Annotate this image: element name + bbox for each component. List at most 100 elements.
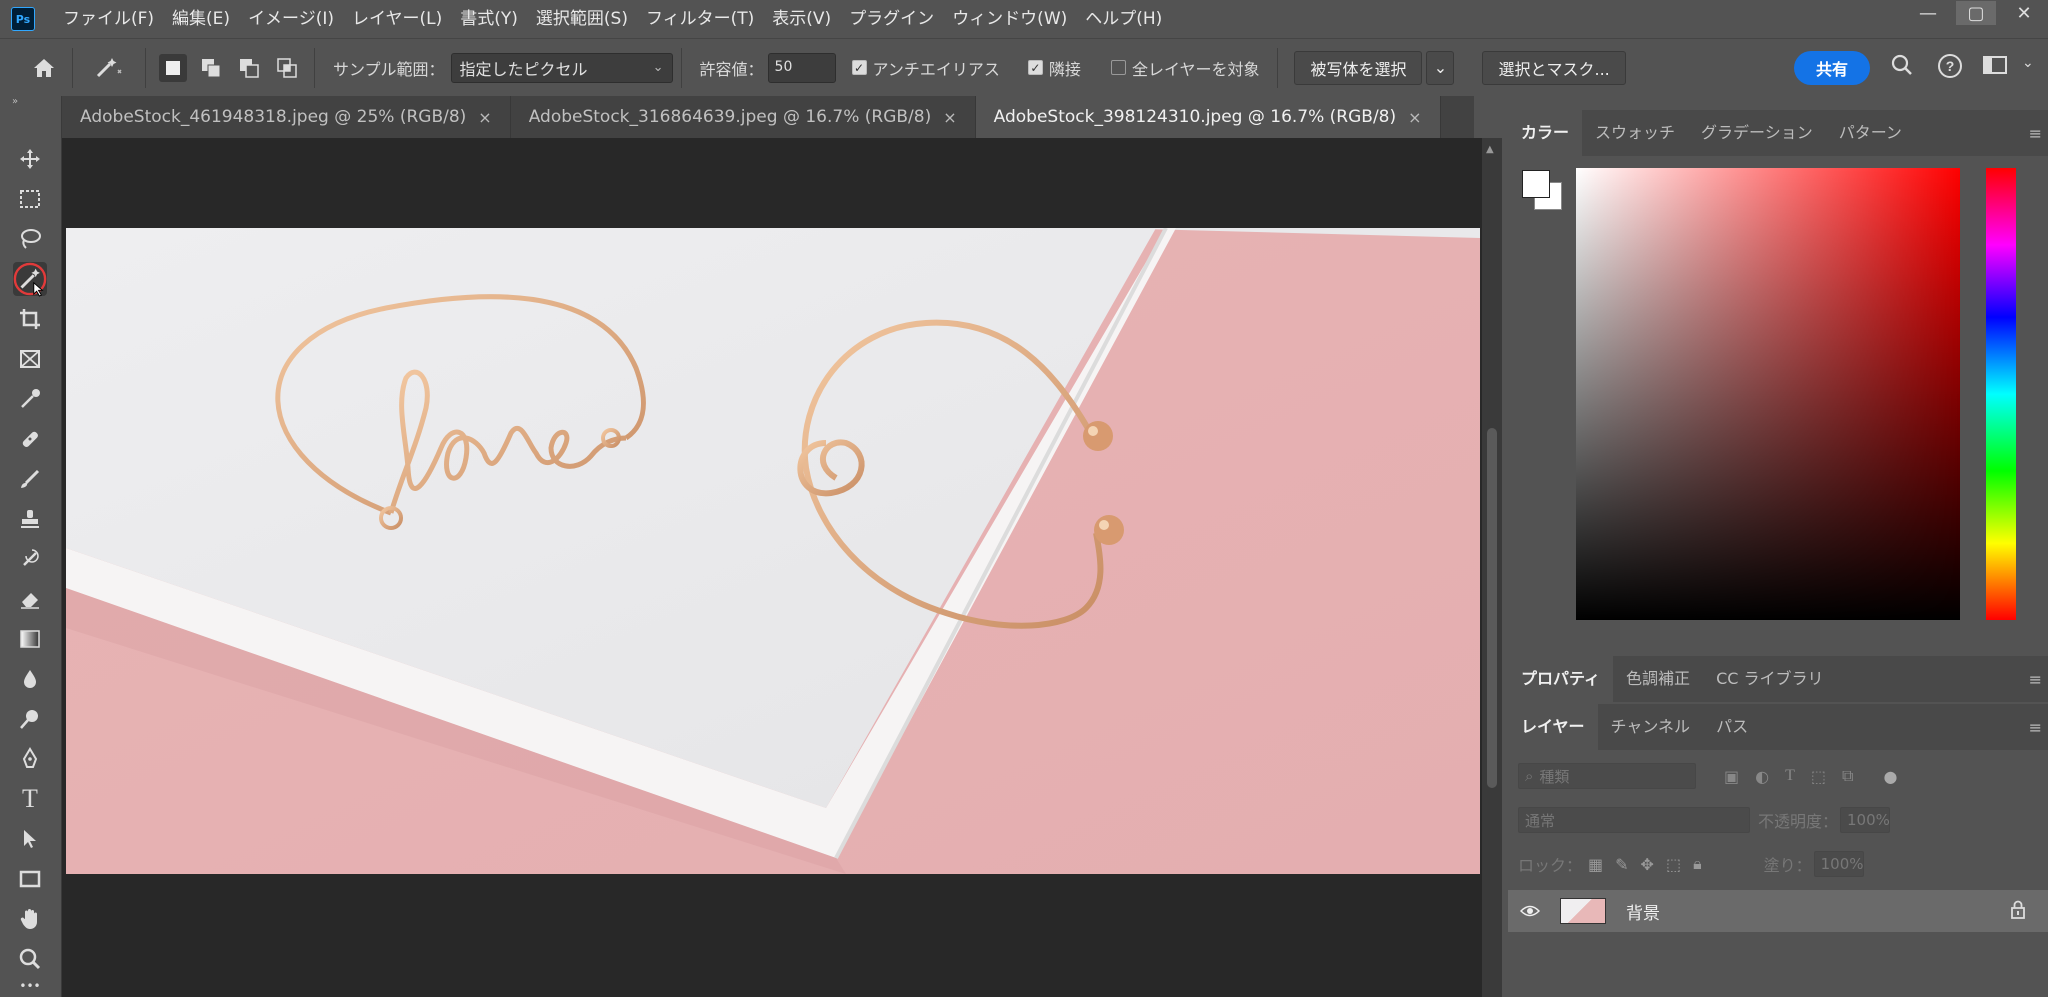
menu-help[interactable]: ヘルプ(H) bbox=[1076, 0, 1171, 38]
tab-swatches[interactable]: スウォッチ bbox=[1582, 110, 1688, 156]
minimize-button[interactable]: — bbox=[1904, 0, 1952, 26]
tab-document-1[interactable]: AdobeStock_461948318.jpeg @ 25% (RGB/8) … bbox=[62, 96, 511, 138]
vertical-scrollbar[interactable]: ▲ bbox=[1482, 138, 1502, 997]
tolerance-input[interactable]: 50 bbox=[767, 52, 836, 83]
panel-menu-icon[interactable]: ≡ bbox=[2029, 718, 2042, 737]
tab-gradients[interactable]: グラデーション bbox=[1688, 110, 1826, 156]
tab-properties[interactable]: プロパティ bbox=[1508, 656, 1614, 702]
menu-image[interactable]: イメージ(I) bbox=[239, 0, 343, 38]
panel-collapse-icon[interactable]: » bbox=[0, 96, 61, 116]
lasso-tool[interactable] bbox=[13, 222, 47, 256]
more-tools-button[interactable]: ••• bbox=[13, 976, 47, 996]
marquee-tool[interactable] bbox=[13, 182, 47, 216]
eye-icon[interactable] bbox=[1520, 904, 1540, 918]
history-brush-tool[interactable] bbox=[13, 542, 47, 576]
blur-tool[interactable] bbox=[13, 662, 47, 696]
clone-stamp-tool[interactable] bbox=[13, 502, 47, 536]
tab-cc-libraries[interactable]: CC ライブラリ bbox=[1703, 656, 1836, 702]
healing-brush-tool[interactable] bbox=[13, 422, 47, 456]
zoom-tool[interactable] bbox=[13, 942, 47, 976]
menu-plugins[interactable]: プラグイン bbox=[840, 0, 943, 38]
fill-input[interactable]: 100% bbox=[1813, 851, 1864, 877]
panel-menu-icon[interactable]: ≡ bbox=[2029, 124, 2042, 143]
home-button[interactable] bbox=[24, 48, 64, 88]
add-selection-button[interactable] bbox=[197, 54, 225, 82]
lock-artboard-icon[interactable]: ⬚ bbox=[1666, 855, 1681, 874]
filter-toggle-icon[interactable]: ● bbox=[1883, 767, 1897, 786]
layer-row[interactable]: 背景 bbox=[1508, 890, 2048, 932]
antialias-checkbox[interactable]: ✓ アンチエイリアス bbox=[851, 56, 1000, 80]
tab-patterns[interactable]: パターン bbox=[1826, 110, 1915, 156]
menu-window[interactable]: ウィンドウ(W) bbox=[943, 0, 1076, 38]
menu-type[interactable]: 書式(Y) bbox=[451, 0, 527, 38]
menu-layer[interactable]: レイヤー(L) bbox=[343, 0, 451, 38]
tab-layers[interactable]: レイヤー bbox=[1508, 704, 1598, 750]
help-icon[interactable]: ? bbox=[1937, 53, 1963, 79]
menu-view[interactable]: 表示(V) bbox=[763, 0, 840, 38]
frame-tool[interactable] bbox=[13, 342, 47, 376]
share-button[interactable]: 共有 bbox=[1794, 51, 1870, 85]
workspace-icon[interactable] bbox=[1982, 53, 2008, 77]
foreground-color-swatch[interactable] bbox=[1522, 170, 1550, 198]
select-and-mask-button[interactable]: 選択とマスク... bbox=[1482, 50, 1626, 85]
menu-filter[interactable]: フィルター(T) bbox=[637, 0, 763, 38]
close-icon[interactable]: × bbox=[1408, 108, 1421, 127]
sample-size-select[interactable]: 指定したピクセル ⌄ bbox=[450, 52, 673, 83]
menu-select[interactable]: 選択範囲(S) bbox=[527, 0, 637, 38]
pen-tool[interactable] bbox=[13, 742, 47, 776]
tab-paths[interactable]: パス bbox=[1703, 704, 1761, 750]
chevron-down-icon[interactable]: ⌄ bbox=[2022, 55, 2034, 71]
move-tool[interactable] bbox=[13, 142, 47, 176]
new-selection-button[interactable] bbox=[159, 53, 187, 82]
scroll-thumb[interactable] bbox=[1487, 428, 1497, 788]
panel-menu-icon[interactable]: ≡ bbox=[2029, 670, 2042, 689]
dodge-tool[interactable] bbox=[13, 702, 47, 736]
pixel-filter-icon[interactable]: ▣ bbox=[1724, 767, 1739, 786]
brush-tool[interactable] bbox=[13, 462, 47, 496]
lock-all-icon[interactable]: 🔒︎ bbox=[1693, 854, 1702, 874]
opacity-input[interactable]: 100% bbox=[1840, 807, 1891, 833]
crop-tool[interactable] bbox=[13, 302, 47, 336]
maximize-button[interactable]: ▢ bbox=[1952, 0, 2000, 26]
tab-document-3[interactable]: AdobeStock_398124310.jpeg @ 16.7% (RGB/8… bbox=[975, 96, 1441, 138]
scroll-up-icon[interactable]: ▲ bbox=[1486, 144, 1494, 155]
tab-channels[interactable]: チャンネル bbox=[1598, 704, 1704, 750]
hand-tool[interactable] bbox=[13, 902, 47, 936]
contiguous-checkbox[interactable]: ✓ 隣接 bbox=[1027, 56, 1081, 80]
lock-transparent-icon[interactable]: ▦ bbox=[1588, 855, 1603, 874]
type-tool[interactable]: T bbox=[13, 782, 47, 816]
rectangle-tool[interactable] bbox=[13, 862, 47, 896]
magic-wand-tool[interactable] bbox=[13, 262, 47, 297]
eraser-tool[interactable] bbox=[13, 582, 47, 616]
shape-filter-icon[interactable]: ⬚ bbox=[1811, 767, 1826, 786]
layer-filter-select[interactable]: ⌕ 種類 bbox=[1518, 763, 1696, 789]
close-window-button[interactable]: ✕ bbox=[2000, 0, 2048, 26]
all-layers-checkbox[interactable]: 全レイヤーを対象 bbox=[1110, 56, 1259, 80]
path-selection-tool[interactable] bbox=[13, 822, 47, 856]
intersect-selection-button[interactable] bbox=[273, 54, 301, 82]
lock-pixels-icon[interactable]: ✎ bbox=[1615, 855, 1628, 874]
menu-file[interactable]: ファイル(F) bbox=[54, 0, 163, 38]
gradient-tool[interactable] bbox=[13, 622, 47, 656]
menu-edit[interactable]: 編集(E) bbox=[163, 0, 239, 38]
eyedropper-tool[interactable] bbox=[13, 382, 47, 416]
tab-document-2[interactable]: AdobeStock_316864639.jpeg @ 16.7% (RGB/8… bbox=[510, 96, 976, 138]
select-subject-button[interactable]: 被写体を選択 bbox=[1294, 50, 1423, 85]
document-image[interactable] bbox=[66, 228, 1480, 874]
color-picker-field[interactable] bbox=[1576, 168, 1960, 620]
tab-adjustments[interactable]: 色調補正 bbox=[1613, 656, 1703, 702]
tab-color[interactable]: カラー bbox=[1508, 110, 1583, 156]
lock-position-icon[interactable]: ✥ bbox=[1641, 855, 1654, 874]
type-filter-icon[interactable]: T bbox=[1785, 767, 1795, 785]
close-icon[interactable]: × bbox=[478, 108, 491, 127]
search-icon[interactable] bbox=[1890, 53, 1914, 77]
hue-slider[interactable] bbox=[1986, 168, 2016, 620]
adjustment-filter-icon[interactable]: ◐ bbox=[1755, 767, 1769, 786]
smart-object-filter-icon[interactable]: ⧉ bbox=[1842, 766, 1853, 786]
close-icon[interactable]: × bbox=[943, 108, 956, 127]
select-subject-dropdown[interactable]: ⌄ bbox=[1426, 50, 1455, 85]
subtract-selection-button[interactable] bbox=[235, 54, 263, 82]
canvas-area[interactable] bbox=[62, 138, 1482, 997]
tool-preset-picker[interactable] bbox=[81, 48, 137, 88]
blend-mode-select[interactable]: 通常 bbox=[1518, 807, 1750, 833]
